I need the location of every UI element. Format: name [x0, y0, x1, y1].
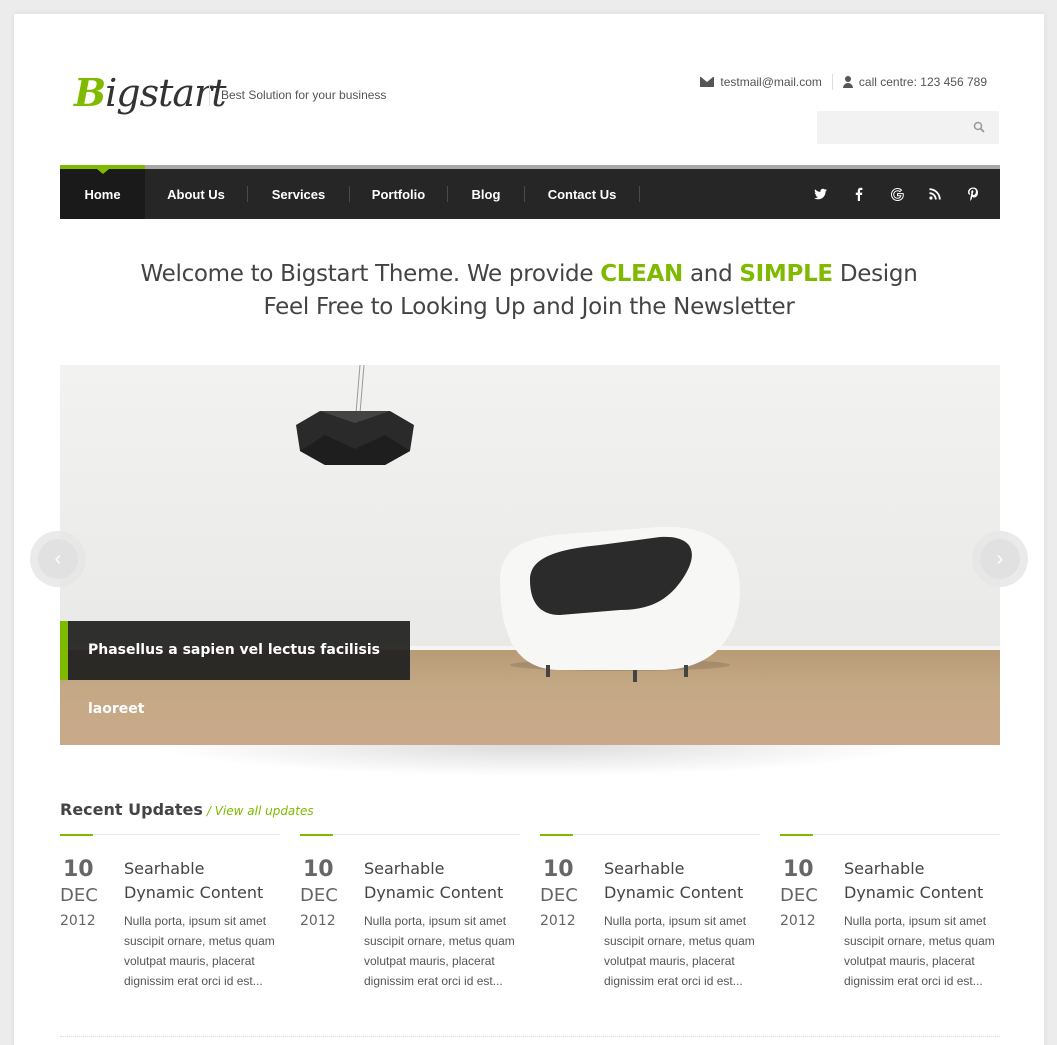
social-links	[802, 169, 1000, 219]
site-tagline: Best Solution for your business	[209, 84, 386, 106]
update-date: 10 DEC 2012	[300, 857, 364, 991]
contact-info: testmail@mail.com call centre: 123 456 7…	[700, 74, 987, 90]
welcome-line-1: Welcome to Bigstart Theme. We provide CL…	[14, 258, 1044, 291]
chevron-left-icon: ‹	[38, 539, 78, 579]
update-date: 10 DEC 2012	[60, 857, 124, 991]
date-year: 2012	[540, 913, 576, 929]
site-logo[interactable]: Bigstart	[74, 70, 226, 115]
mail-icon	[700, 77, 715, 87]
highlight-simple: SIMPLE	[739, 261, 833, 287]
user-icon	[842, 76, 853, 88]
update-item[interactable]: 10 DEC 2012 Searhable Dynamic Content Nu…	[780, 834, 1000, 991]
welcome-text: and	[683, 261, 740, 287]
nav-item-about-us[interactable]: About Us	[145, 169, 247, 219]
date-month: DEC	[780, 885, 818, 906]
image-slider[interactable]: Phasellus a sapien vel lectus facilisis …	[60, 365, 1000, 745]
welcome-text: Welcome to Bigstart Theme. We provide	[140, 261, 601, 287]
google-icon[interactable]	[878, 169, 916, 219]
update-item[interactable]: 10 DEC 2012 Searhable Dynamic Content Nu…	[300, 834, 520, 991]
update-excerpt: Nulla porta, ipsum sit amet suscipit orn…	[604, 914, 755, 988]
recent-updates-title: Recent Updates	[60, 800, 203, 819]
slider-next-button[interactable]: ›	[972, 531, 1028, 587]
update-item[interactable]: 10 DEC 2012 Searhable Dynamic Content Nu…	[540, 834, 760, 991]
date-month: DEC	[540, 885, 578, 906]
highlight-clean: CLEAN	[600, 261, 683, 287]
nav-item-blog[interactable]: Blog	[448, 169, 524, 219]
update-item[interactable]: 10 DEC 2012 Searhable Dynamic Content Nu…	[60, 834, 280, 991]
rss-icon[interactable]	[916, 169, 954, 219]
nav-item-portfolio[interactable]: Portfolio	[350, 169, 447, 219]
date-day: 10	[63, 857, 94, 882]
welcome-heading: Welcome to Bigstart Theme. We provide CL…	[14, 258, 1044, 324]
update-title[interactable]: Searhable Dynamic Content	[604, 857, 760, 905]
date-year: 2012	[60, 913, 96, 929]
update-title[interactable]: Searhable Dynamic Content	[124, 857, 280, 905]
date-day: 10	[303, 857, 334, 882]
search-input[interactable]	[817, 111, 967, 144]
update-excerpt: Nulla porta, ipsum sit amet suscipit orn…	[364, 914, 515, 988]
nav-item-contact-us[interactable]: Contact Us	[525, 169, 639, 219]
twitter-icon[interactable]	[802, 169, 840, 219]
view-all-updates-link[interactable]: / View all updates	[207, 804, 314, 818]
update-title[interactable]: Searhable Dynamic Content	[844, 857, 1000, 905]
recent-updates-heading: Recent Updates / View all updates	[60, 800, 314, 819]
slide-caption[interactable]: Phasellus a sapien vel lectus facilisis …	[60, 621, 410, 717]
nav-divider	[639, 186, 640, 202]
slider-prev-button[interactable]: ‹	[30, 531, 86, 587]
date-month: DEC	[300, 885, 338, 906]
date-year: 2012	[780, 913, 816, 929]
email-text[interactable]: testmail@mail.com	[720, 75, 822, 89]
welcome-text: Design	[832, 261, 918, 287]
date-day: 10	[543, 857, 574, 882]
facebook-icon[interactable]	[840, 169, 878, 219]
update-excerpt: Nulla porta, ipsum sit amet suscipit orn…	[124, 914, 275, 988]
logo-initial: B	[74, 70, 106, 115]
nav-item-services[interactable]: Services	[248, 169, 349, 219]
logo-text: igstart	[105, 71, 226, 115]
main-nav: Home About Us Services Portfolio Blog Co…	[60, 169, 1000, 219]
update-date: 10 DEC 2012	[780, 857, 844, 991]
slider-shadow	[124, 745, 944, 779]
welcome-line-2: Feel Free to Looking Up and Join the New…	[263, 294, 795, 320]
page: Bigstart Best Solution for your business…	[14, 14, 1044, 1045]
update-excerpt: Nulla porta, ipsum sit amet suscipit orn…	[844, 914, 995, 988]
phone-text: call centre: 123 456 789	[858, 75, 987, 89]
search-icon[interactable]	[973, 121, 985, 133]
update-date: 10 DEC 2012	[540, 857, 604, 991]
search-box[interactable]	[817, 111, 999, 144]
nav-item-home[interactable]: Home	[60, 169, 145, 219]
phone-contact: call centre: 123 456 789	[842, 75, 987, 89]
date-year: 2012	[300, 913, 336, 929]
footer-divider	[60, 1036, 1000, 1037]
update-title[interactable]: Searhable Dynamic Content	[364, 857, 520, 905]
slide-image	[296, 365, 740, 682]
date-day: 10	[783, 857, 814, 882]
email-contact[interactable]: testmail@mail.com	[700, 75, 822, 89]
updates-list: 10 DEC 2012 Searhable Dynamic Content Nu…	[60, 834, 1000, 991]
pinterest-icon[interactable]	[954, 169, 992, 219]
date-month: DEC	[60, 885, 98, 906]
chevron-right-icon: ›	[980, 539, 1020, 579]
contact-divider	[831, 74, 833, 90]
